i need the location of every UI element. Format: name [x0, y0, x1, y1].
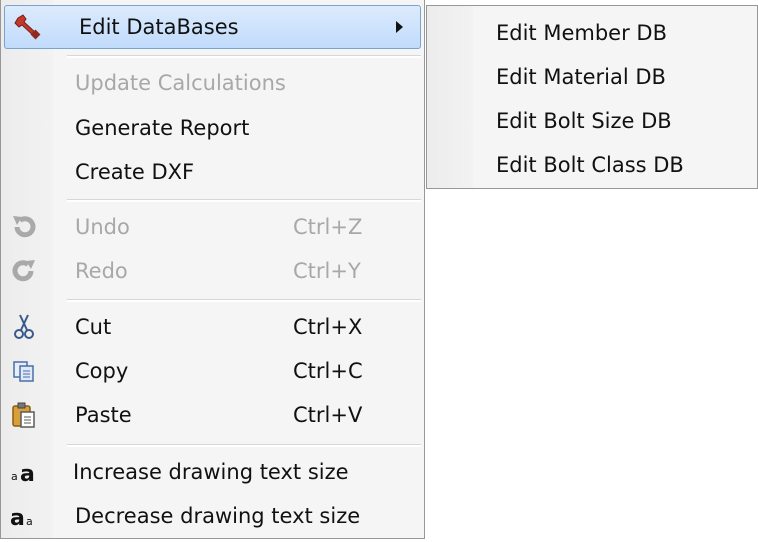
separator — [67, 199, 421, 202]
undo-icon — [7, 210, 41, 244]
menu-item-create-dxf[interactable]: Create DXF — [1, 150, 424, 194]
menu-item-update-calculations[interactable]: Update Calculations — [1, 61, 424, 105]
submenu-item-label: Edit Bolt Size DB — [496, 109, 672, 133]
paste-icon — [7, 398, 41, 432]
menu-item-label: Cut — [75, 315, 112, 339]
menu-item-paste[interactable]: Paste Ctrl+V — [1, 393, 424, 437]
submenu-item-edit-bolt-size-db[interactable]: Edit Bolt Size DB — [427, 99, 757, 143]
svg-text:a: a — [11, 470, 18, 483]
menu-item-label: Redo — [75, 259, 128, 283]
context-menu: Edit DataBases Update Calculations Gener… — [0, 0, 425, 539]
increase-text-size-icon: a a — [7, 455, 41, 489]
submenu-item-label: Edit Member DB — [496, 21, 667, 45]
menu-item-increase-text-size[interactable]: a a Increase drawing text size — [1, 450, 424, 494]
menu-item-generate-report[interactable]: Generate Report — [1, 106, 424, 150]
shortcut-text: Ctrl+C — [293, 359, 363, 383]
menu-item-label: Copy — [75, 359, 129, 383]
menu-item-copy[interactable]: Copy Ctrl+C — [1, 349, 424, 393]
copy-icon — [7, 354, 41, 388]
menu-item-label: Paste — [75, 403, 132, 427]
shortcut-text: Ctrl+Z — [293, 215, 363, 239]
decrease-text-size-icon: a a — [7, 499, 41, 533]
shortcut-text: Ctrl+X — [293, 315, 363, 339]
submenu-item-edit-bolt-class-db[interactable]: Edit Bolt Class DB — [427, 143, 757, 187]
redo-icon — [7, 254, 41, 288]
svg-text:a: a — [26, 515, 33, 528]
submenu-item-label: Edit Bolt Class DB — [496, 153, 684, 177]
menu-item-label: Undo — [75, 215, 130, 239]
svg-text:a: a — [20, 462, 35, 487]
menu-item-redo[interactable]: Redo Ctrl+Y — [1, 249, 424, 293]
wrench-icon — [11, 10, 45, 44]
submenu-arrow-icon — [396, 21, 403, 33]
submenu-item-label: Edit Material DB — [496, 65, 666, 89]
menu-item-label: Create DXF — [75, 160, 195, 184]
scissors-icon — [7, 310, 41, 344]
menu-item-undo[interactable]: Undo Ctrl+Z — [1, 205, 424, 249]
menu-item-label: Edit DataBases — [79, 15, 239, 39]
svg-text:a: a — [10, 506, 25, 531]
separator — [67, 299, 421, 302]
menu-item-cut[interactable]: Cut Ctrl+X — [1, 305, 424, 349]
menu-item-label: Update Calculations — [75, 71, 286, 95]
menu-item-decrease-text-size[interactable]: a a Decrease drawing text size — [1, 494, 424, 538]
menu-item-label: Increase drawing text size — [73, 460, 349, 484]
separator — [67, 55, 421, 58]
submenu-item-edit-material-db[interactable]: Edit Material DB — [427, 55, 757, 99]
separator — [67, 444, 421, 447]
menu-item-edit-databases[interactable]: Edit DataBases — [4, 5, 421, 49]
menu-item-label: Generate Report — [75, 116, 250, 140]
shortcut-text: Ctrl+V — [293, 403, 363, 427]
databases-submenu: Edit Member DB Edit Material DB Edit Bol… — [426, 5, 758, 189]
submenu-item-edit-member-db[interactable]: Edit Member DB — [427, 11, 757, 55]
menu-item-label: Decrease drawing text size — [75, 504, 361, 528]
shortcut-text: Ctrl+Y — [293, 259, 361, 283]
